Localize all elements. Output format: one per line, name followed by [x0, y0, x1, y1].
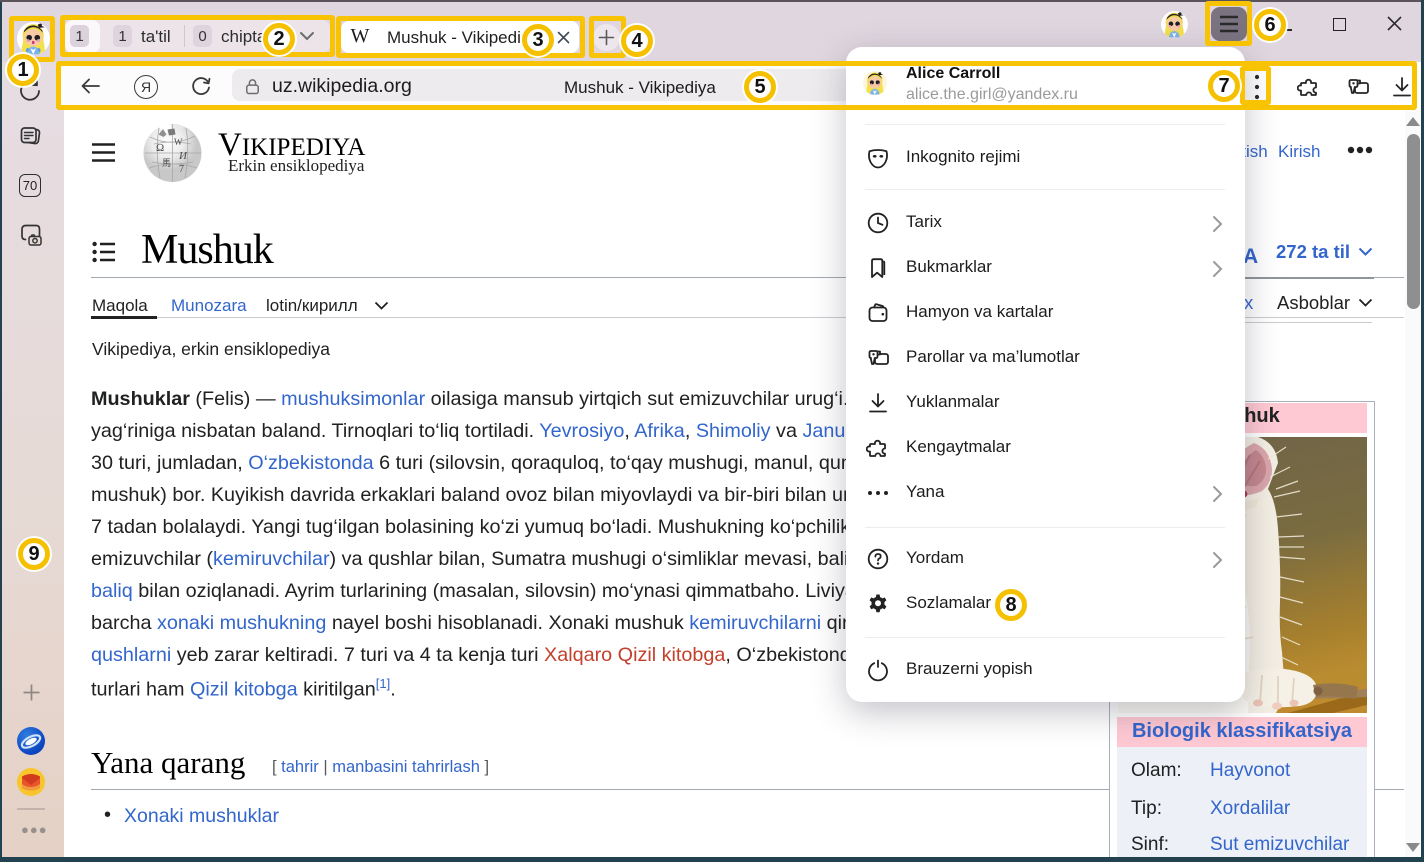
svg-text:馬: 馬 — [162, 158, 171, 168]
svg-text:Ω: Ω — [156, 142, 164, 154]
svg-text:7: 7 — [179, 164, 184, 175]
svg-text:W: W — [174, 137, 183, 147]
svg-text:И: И — [178, 150, 188, 162]
